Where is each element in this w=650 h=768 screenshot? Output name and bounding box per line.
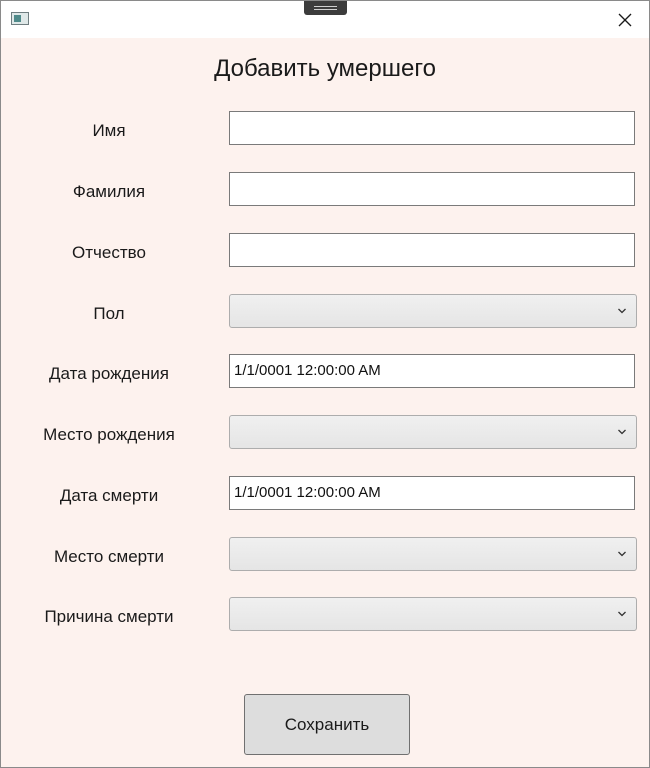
death-cause-label: Причина смерти bbox=[44, 607, 174, 626]
save-button[interactable]: Сохранить bbox=[244, 694, 410, 755]
app-icon-pane bbox=[14, 15, 21, 22]
death-date-field[interactable]: 1/1/0001 12:00:00 AM bbox=[229, 476, 635, 510]
last-name-field[interactable] bbox=[229, 172, 635, 206]
close-icon bbox=[618, 13, 632, 27]
gender-label: Пол bbox=[93, 304, 125, 323]
page-title: Добавить умершего bbox=[214, 55, 436, 82]
birth-date-label: Дата рождения bbox=[49, 364, 169, 383]
drag-handle-line bbox=[314, 9, 337, 10]
birth-place-select[interactable] bbox=[229, 415, 637, 449]
gender-select[interactable] bbox=[229, 294, 637, 328]
window-app-icon bbox=[11, 12, 29, 25]
add-deceased-window: Добавить умершего Имя Фамилия Отчество П… bbox=[0, 0, 650, 768]
close-button[interactable] bbox=[605, 5, 645, 35]
death-date-label: Дата смерти bbox=[59, 486, 159, 505]
birth-date-field[interactable]: 1/1/0001 12:00:00 AM bbox=[229, 354, 635, 388]
chevron-down-icon bbox=[618, 308, 626, 314]
snap-drag-handle[interactable] bbox=[304, 1, 347, 15]
title-bar[interactable] bbox=[1, 1, 649, 38]
first-name-label: Имя bbox=[92, 121, 126, 140]
death-place-select[interactable] bbox=[229, 537, 637, 571]
chevron-down-icon bbox=[618, 551, 626, 557]
last-name-label: Фамилия bbox=[72, 182, 146, 201]
chevron-down-icon bbox=[618, 611, 626, 617]
chevron-down-icon bbox=[618, 429, 626, 435]
death-cause-select[interactable] bbox=[229, 597, 637, 631]
death-place-label: Место смерти bbox=[53, 547, 165, 566]
birth-place-label: Место рождения bbox=[43, 425, 175, 444]
patronymic-label: Отчество bbox=[72, 243, 146, 262]
first-name-field[interactable] bbox=[229, 111, 635, 145]
patronymic-field[interactable] bbox=[229, 233, 635, 267]
drag-handle-line bbox=[314, 6, 337, 7]
